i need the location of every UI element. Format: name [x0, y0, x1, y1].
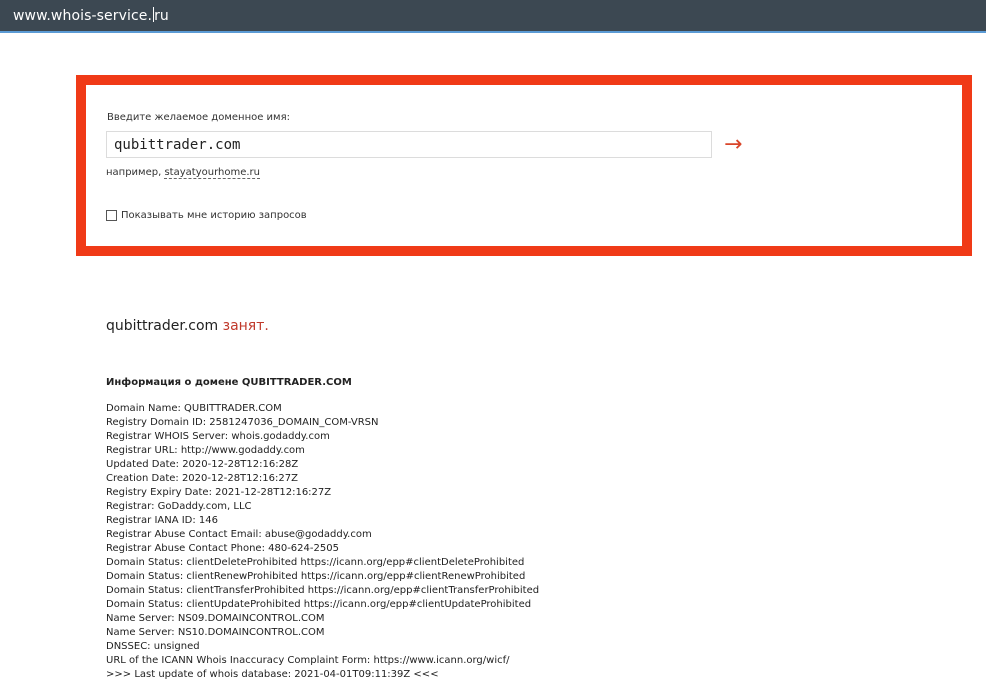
result-domain: qubittrader.com: [106, 318, 219, 334]
whois-line: Registrar Abuse Contact Email: abuse@god…: [106, 529, 372, 540]
example-hint: например, stayatyourhome.ru: [106, 167, 260, 179]
domain-info-heading: Информация о домене QUBITTRADER.COM: [106, 377, 352, 388]
whois-line: URL of the ICANN Whois Inaccuracy Compla…: [106, 655, 510, 666]
domain-prompt-label: Введите желаемое доменное имя:: [107, 112, 290, 123]
whois-line: Name Server: NS09.DOMAINCONTROL.COM: [106, 613, 325, 624]
submit-arrow-icon[interactable]: →: [724, 131, 752, 159]
whois-record: Domain Name: QUBITTRADER.COM Registry Dom…: [106, 402, 966, 682]
whois-line: Name Server: NS10.DOMAINCONTROL.COM: [106, 627, 325, 638]
whois-line: Domain Name: QUBITTRADER.COM: [106, 403, 282, 414]
url-dot: .: [147, 8, 153, 24]
whois-line: Domain Status: clientRenewProhibited htt…: [106, 571, 526, 582]
address-bar[interactable]: www.whois-service. ru: [0, 0, 986, 33]
whois-line: Creation Date: 2020-12-28T12:16:27Z: [106, 473, 298, 484]
whois-line: Registrar IANA ID: 146: [106, 515, 219, 526]
whois-line: Registrar Abuse Contact Phone: 480-624-2…: [106, 543, 339, 554]
whois-line: Registry Expiry Date: 2021-12-28T12:16:2…: [106, 487, 332, 498]
search-form-panel: [76, 75, 972, 256]
whois-line: Registrar WHOIS Server: whois.godaddy.co…: [106, 431, 330, 442]
whois-line: Domain Status: clientTransferProhibited …: [106, 585, 540, 596]
whois-line: Domain Status: clientDeleteProhibited ht…: [106, 557, 525, 568]
history-option[interactable]: Показывать мне историю запросов: [106, 210, 307, 221]
example-link[interactable]: stayatyourhome.ru: [164, 167, 260, 179]
whois-line: >>> Last update of whois database: 2021-…: [106, 669, 439, 680]
address-bar-url[interactable]: www.whois-service. ru: [13, 7, 169, 24]
whois-line: Domain Status: clientUpdateProhibited ht…: [106, 599, 532, 610]
page: www.whois-service. ru Введите желаемое до…: [0, 0, 986, 691]
domain-input[interactable]: [106, 131, 712, 158]
whois-line: Updated Date: 2020-12-28T12:16:28Z: [106, 459, 299, 470]
url-prefix: www.whois-service: [13, 8, 148, 24]
url-suffix: ru: [154, 8, 169, 24]
whois-line: Registry Domain ID: 2581247036_DOMAIN_CO…: [106, 417, 379, 428]
history-checkbox[interactable]: [106, 210, 117, 221]
result-status-line: qubittrader.com занят.: [106, 318, 269, 334]
history-label[interactable]: Показывать мне историю запросов: [121, 210, 307, 221]
whois-line: DNSSEC: unsigned: [106, 641, 200, 652]
result-status: занят.: [222, 318, 269, 334]
whois-line: Registrar URL: http://www.godaddy.com: [106, 445, 305, 456]
whois-line: Registrar: GoDaddy.com, LLC: [106, 501, 252, 512]
example-prefix: например,: [106, 167, 162, 178]
